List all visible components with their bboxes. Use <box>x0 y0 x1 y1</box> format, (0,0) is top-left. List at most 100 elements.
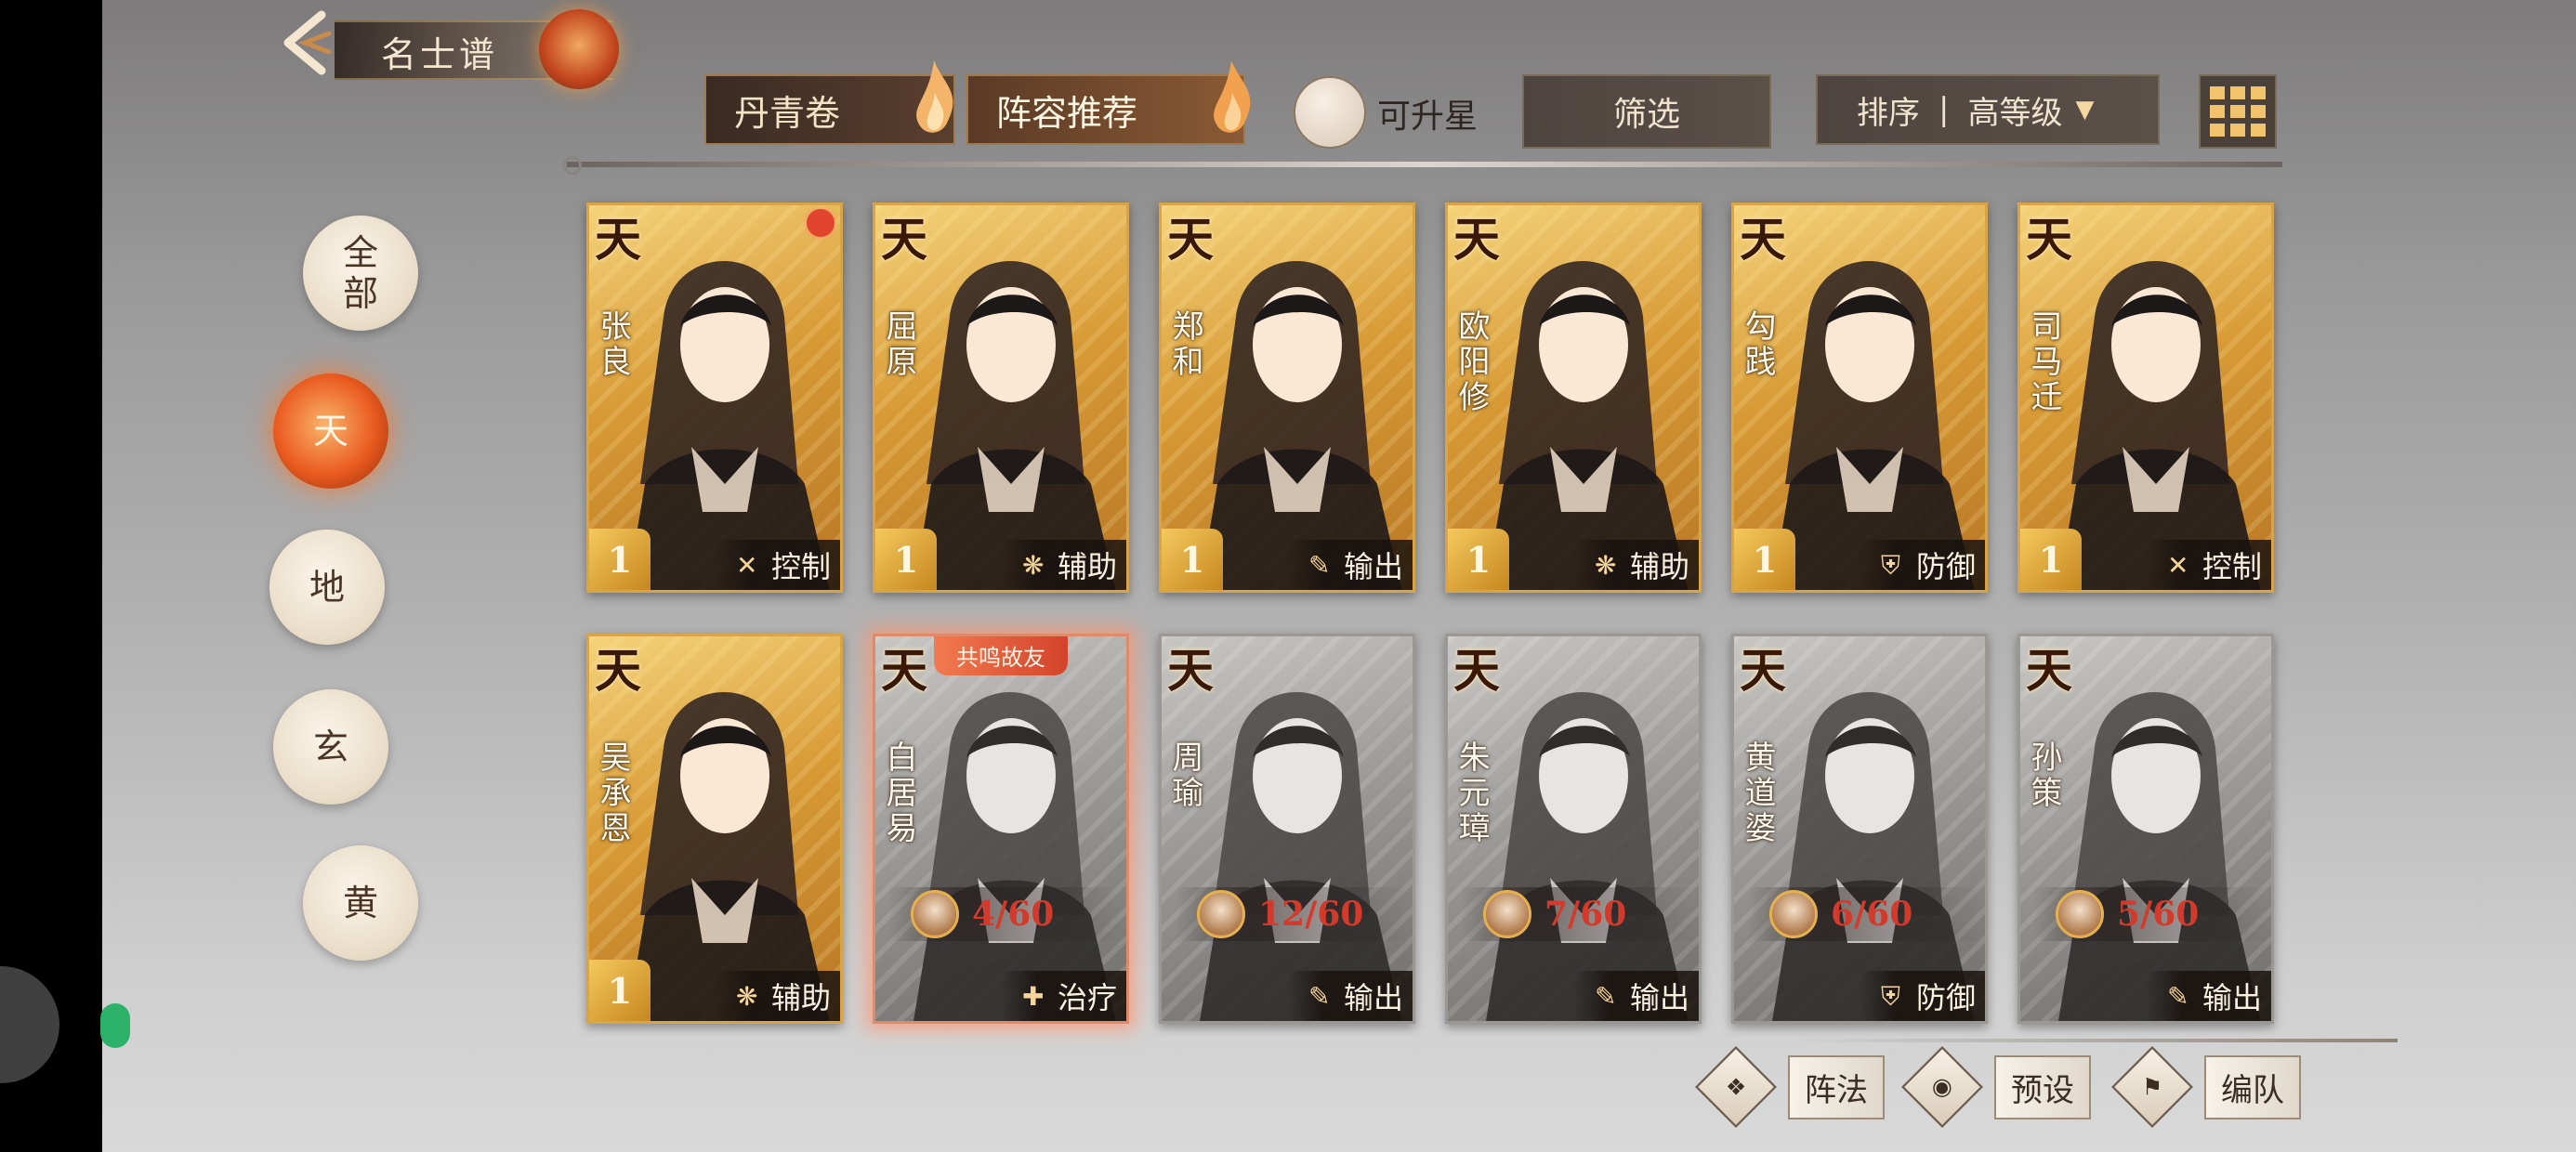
grid-view-icon[interactable] <box>2199 74 2277 149</box>
bottom-rail <box>1794 1039 2398 1042</box>
attack-icon: ✎ <box>2166 981 2189 1012</box>
team-button[interactable]: ⚑ 编队 <box>2111 1046 2301 1128</box>
page-title: 名士谱 <box>381 34 499 75</box>
support-icon: ❋ <box>735 981 758 1012</box>
hero-card[interactable]: 天周瑜 12/60 ✎ 输出 <box>1159 634 1415 1024</box>
role-label: 输出 <box>1629 980 1689 1015</box>
sort-dropdown[interactable]: 排序 | 高等级 ▼ <box>1816 74 2160 145</box>
team-icon: ⚑ <box>2141 1073 2163 1101</box>
resonance-tag: 共鸣故友 <box>934 636 1068 675</box>
hero-name: 屈原 <box>880 309 917 380</box>
hero-name: 吴承恩 <box>594 740 631 846</box>
rank-badge: 天 <box>2026 643 2072 698</box>
hero-card[interactable]: 天孙策 5/60 ✎ 输出 <box>2017 634 2274 1024</box>
hero-name: 黄道婆 <box>1739 740 1776 846</box>
attack-icon: ✎ <box>1594 981 1617 1012</box>
flame-icon <box>916 60 953 133</box>
rank-badge: 天 <box>1167 212 1214 267</box>
shard-progress: 12/60 <box>1175 887 1407 941</box>
control-icon: ✕ <box>2166 550 2189 581</box>
rank-badge: 天 <box>2026 212 2072 267</box>
shard-count: 12/60 <box>1258 895 1364 934</box>
shard-avatar-icon <box>1483 890 1531 938</box>
attack-icon: ✎ <box>1308 981 1331 1012</box>
shard-avatar-icon <box>1769 890 1818 938</box>
role-badge: ❋ 辅助 <box>715 971 840 1021</box>
shard-count: 5/60 <box>2117 895 2200 934</box>
upgrade-toggle[interactable] <box>1294 76 1366 149</box>
shard-avatar-icon <box>911 890 959 938</box>
rank-badge: 天 <box>881 212 927 267</box>
hero-name: 郑和 <box>1166 309 1203 380</box>
game-screen: 名士谱 丹青卷 阵容推荐 可升星 筛选 排序 | 高等级 ▼ 全 部 天 地 玄… <box>102 0 2576 1152</box>
hero-card[interactable]: 天吴承恩 1 ❋ 辅助 <box>586 634 843 1024</box>
role-label: 防御 <box>1915 980 1976 1015</box>
hero-name: 白居易 <box>880 740 917 846</box>
rank-tab-xuan[interactable]: 玄 <box>273 689 388 805</box>
hero-card[interactable]: 天黄道婆 6/60 ⛨ 防御 <box>1731 634 1988 1024</box>
star-level: 1 <box>1162 529 1223 590</box>
rank-tab-di[interactable]: 地 <box>269 530 385 645</box>
hero-card[interactable]: 天司马迁 1 ✕ 控制 <box>2017 203 2274 593</box>
role-label: 辅助 <box>1057 549 1117 584</box>
hero-card[interactable]: 天屈原 1 ❋ 辅助 <box>873 203 1129 593</box>
rank-badge: 天 <box>1740 212 1786 267</box>
divider-rail <box>567 162 2282 167</box>
hero-name: 朱元璋 <box>1452 740 1490 846</box>
preset-label: 预设 <box>1994 1054 2091 1119</box>
hero-card[interactable]: 天朱元璋 7/60 ✎ 输出 <box>1445 634 1702 1024</box>
back-arrow-icon[interactable] <box>268 6 342 80</box>
shard-count: 6/60 <box>1831 895 1913 934</box>
preset-button[interactable]: ◉ 预设 <box>1901 1046 2091 1128</box>
hero-name: 周瑜 <box>1166 740 1203 811</box>
role-badge: ✎ 输出 <box>1287 971 1413 1021</box>
hero-card[interactable]: 天郑和 1 ✎ 输出 <box>1159 203 1415 593</box>
hero-card[interactable]: 天欧阳修 1 ❋ 辅助 <box>1445 203 1702 593</box>
role-badge: ❋ 辅助 <box>1573 540 1699 590</box>
attack-icon: ✎ <box>1308 550 1331 581</box>
shard-progress: 4/60 <box>888 887 1121 941</box>
hero-card[interactable]: 天张良 1 ✕ 控制 <box>586 203 843 593</box>
hero-card[interactable]: 共鸣故友天白居易 4/60 ✚ 治疗 <box>873 634 1129 1024</box>
role-label: 控制 <box>2201 549 2262 584</box>
shield-icon: ⛨ <box>1880 981 1900 1012</box>
hero-name: 张良 <box>594 309 631 380</box>
upgrade-label: 可升星 <box>1377 98 1479 136</box>
rank-tab-all[interactable]: 全 部 <box>303 216 418 331</box>
role-badge: ✕ 控制 <box>2146 540 2271 590</box>
star-level: 1 <box>589 529 651 590</box>
shard-progress: 6/60 <box>1747 887 1979 941</box>
star-level: 1 <box>2020 529 2082 590</box>
rank-badge: 天 <box>881 643 927 698</box>
sort-value: 高等级 <box>1967 94 2063 132</box>
filter-button[interactable]: 筛选 <box>1522 74 1771 149</box>
role-badge: ✚ 治疗 <box>1001 971 1126 1021</box>
star-level: 1 <box>1448 529 1509 590</box>
control-icon: ✕ <box>735 550 758 581</box>
formation-label: 阵法 <box>1788 1054 1885 1119</box>
shard-count: 4/60 <box>972 895 1055 934</box>
rank-badge: 天 <box>595 212 641 267</box>
rank-tab-huang[interactable]: 黄 <box>303 845 418 961</box>
rank-badge: 天 <box>1453 212 1500 267</box>
role-badge: ⛨ 防御 <box>1860 971 1985 1021</box>
star-level: 1 <box>1734 529 1795 590</box>
role-badge: ❋ 辅助 <box>1001 540 1126 590</box>
role-label: 输出 <box>1343 980 1403 1015</box>
sort-label: 排序 <box>1857 94 1920 132</box>
formation-button[interactable]: ❖ 阵法 <box>1695 1046 1885 1128</box>
assist-status-dot <box>100 1003 130 1048</box>
sort-separator: | <box>1939 91 1950 128</box>
role-label: 输出 <box>1343 549 1403 584</box>
chevron-down-icon: ▼ <box>2075 96 2095 124</box>
title-emblem-icon <box>539 9 619 89</box>
rank-badge: 天 <box>595 643 641 698</box>
shard-avatar-icon <box>1197 890 1245 938</box>
role-label: 治疗 <box>1057 980 1117 1015</box>
role-badge: ✕ 控制 <box>715 540 840 590</box>
rank-tab-tian[interactable]: 天 <box>273 373 388 489</box>
notification-dot <box>807 209 835 237</box>
hero-card[interactable]: 天勾践 1 ⛨ 防御 <box>1731 203 1988 593</box>
floating-assist-button[interactable] <box>0 966 59 1083</box>
rank-badge: 天 <box>1453 643 1500 698</box>
